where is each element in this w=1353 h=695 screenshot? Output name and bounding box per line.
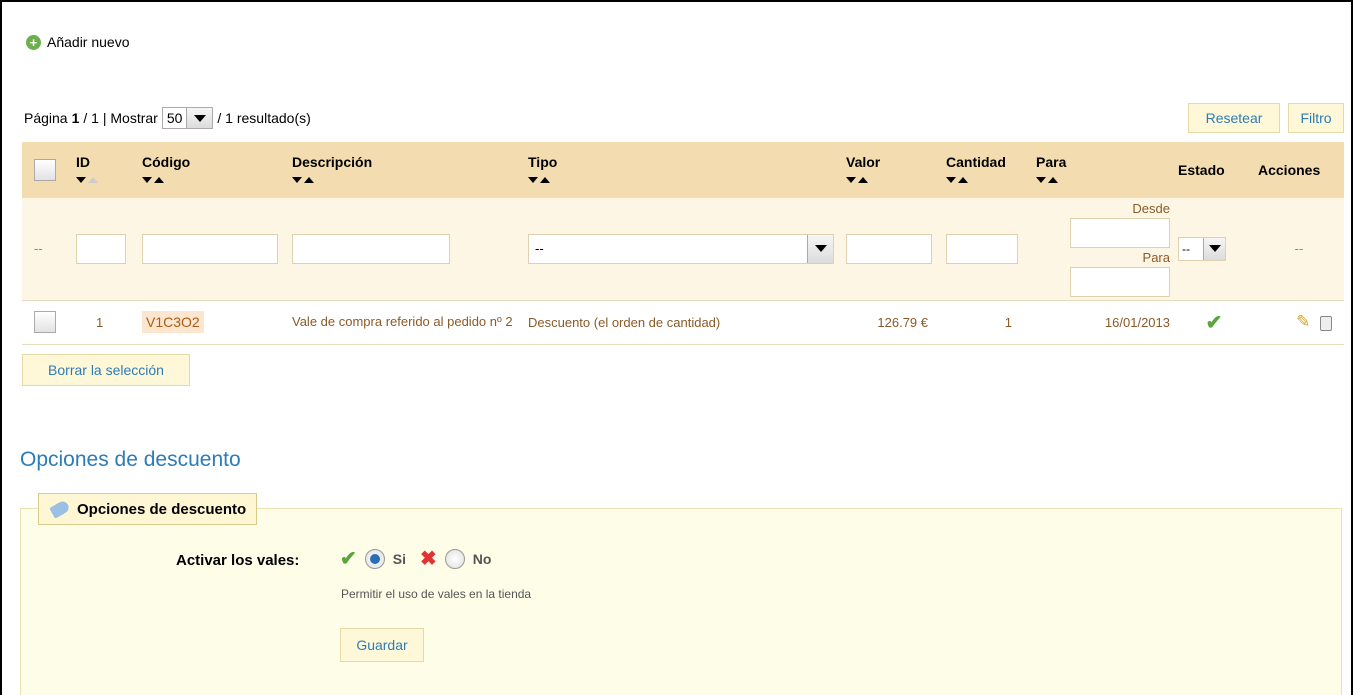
header-type: Tipo: [528, 154, 558, 170]
enable-vouchers-toggle: ✔ Si ✖ No: [340, 546, 491, 571]
row-quantity: 1: [1004, 314, 1012, 330]
yes-radio[interactable]: [364, 548, 385, 569]
header-code: Código: [142, 154, 191, 170]
tag-icon: [49, 499, 71, 519]
plus-icon: +: [26, 34, 41, 50]
check-icon[interactable]: ✔: [1206, 312, 1223, 334]
delete-selected-button[interactable]: Borrar la selección: [22, 354, 190, 386]
sort-id[interactable]: [76, 177, 98, 183]
yes-label[interactable]: Si: [393, 551, 406, 567]
pager-prefix: Página: [24, 110, 68, 126]
row-description: Vale de compra referido al pedido nº 2: [292, 314, 513, 329]
trash-icon[interactable]: [1320, 316, 1332, 332]
filter-from-input[interactable]: [1070, 217, 1170, 248]
table-row[interactable]: 1 V1C3O2 Vale de compra referido al pedi…: [22, 300, 1344, 345]
check-icon: ✔: [340, 548, 357, 570]
filter-quantity-input[interactable]: [946, 233, 1018, 264]
no-label[interactable]: No: [473, 551, 492, 567]
add-new-label: Añadir nuevo: [47, 34, 130, 50]
filter-from-label: Desde: [1132, 200, 1170, 216]
filter-status-value: --: [1182, 241, 1190, 256]
chevron-down-icon[interactable]: [807, 234, 833, 263]
pagination: Página 1 / 1 | Mostrar 50 / 1 resultado(…: [24, 107, 311, 129]
sort-value[interactable]: [846, 177, 868, 183]
row-date: 16/01/2013: [1104, 314, 1170, 330]
sort-quantity[interactable]: [946, 177, 968, 183]
no-radio[interactable]: [444, 548, 465, 569]
filter-type-select[interactable]: --: [528, 233, 834, 264]
filter-row: -- -- Desde Para -- --: [22, 198, 1344, 301]
discount-options-panel: [20, 508, 1342, 695]
filter-id-input[interactable]: [76, 233, 126, 264]
add-new-link[interactable]: + Añadir nuevo: [26, 34, 130, 50]
filter-status-select[interactable]: --: [1178, 236, 1226, 261]
pager-page: 1: [71, 110, 80, 126]
save-button[interactable]: Guardar: [340, 628, 424, 662]
per-page-value: 50: [166, 110, 183, 126]
enable-vouchers-label: Activar los vales:: [176, 552, 300, 569]
header-quantity: Cantidad: [946, 154, 1006, 170]
sort-description[interactable]: [292, 177, 314, 183]
filter-type-value: --: [535, 241, 544, 257]
section-title: Opciones de descuento: [20, 448, 241, 471]
reset-button[interactable]: Resetear: [1188, 103, 1280, 133]
chevron-down-icon[interactable]: [1203, 237, 1225, 260]
select-all-checkbox[interactable]: [34, 159, 56, 181]
row-id: 1: [96, 314, 104, 330]
table-header-row: ID Código Descripción Tipo Valor Cantida…: [22, 142, 1344, 198]
row-checkbox[interactable]: [34, 311, 56, 333]
header-description: Descripción: [292, 154, 373, 170]
per-page-select[interactable]: 50: [161, 107, 214, 129]
filter-description-input[interactable]: [292, 233, 450, 264]
sort-to[interactable]: [1036, 177, 1058, 183]
header-value: Valor: [846, 154, 881, 170]
row-value: 126.79 €: [877, 314, 928, 330]
chevron-down-icon[interactable]: [186, 108, 213, 128]
header-actions: Acciones: [1258, 162, 1321, 178]
filter-code-input[interactable]: [142, 233, 278, 264]
filter-actions-dash: --: [1294, 241, 1304, 257]
close-icon: ✖: [420, 548, 437, 570]
legend-label: Opciones de descuento: [77, 500, 247, 518]
pager-total: / 1 | Mostrar: [83, 110, 158, 126]
pager-results: / 1 resultado(s): [217, 110, 311, 126]
sort-code[interactable]: [142, 177, 164, 183]
filter-to-label: Para: [1142, 249, 1170, 265]
row-type: Descuento (el orden de cantidad): [528, 314, 721, 330]
header-to: Para: [1036, 154, 1067, 170]
filter-button[interactable]: Filtro: [1288, 103, 1344, 133]
panel-legend: Opciones de descuento: [38, 493, 258, 525]
filter-to-input[interactable]: [1070, 266, 1170, 297]
header-id: ID: [76, 154, 90, 170]
edit-icon[interactable]: ✎: [1296, 312, 1310, 331]
filter-dash: --: [34, 241, 43, 257]
filter-value-input[interactable]: [846, 233, 932, 264]
enable-vouchers-hint: Permitir el uso de vales en la tienda: [341, 587, 532, 601]
sort-type[interactable]: [528, 177, 550, 183]
row-code: V1C3O2: [142, 311, 204, 333]
header-status: Estado: [1178, 162, 1225, 178]
vouchers-table: ID Código Descripción Tipo Valor Cantida…: [22, 142, 1344, 345]
